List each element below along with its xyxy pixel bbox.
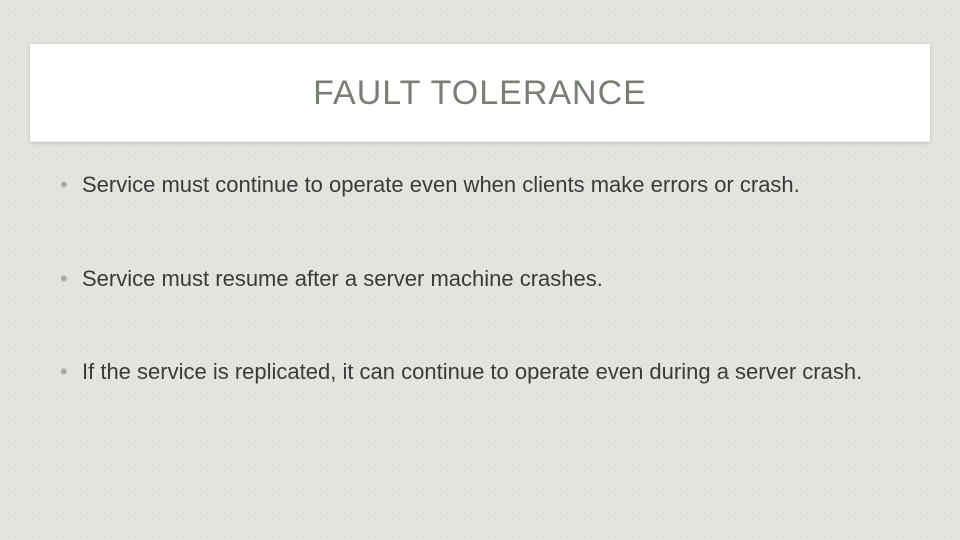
slide-content: Service must continue to operate even wh… xyxy=(56,170,904,451)
bullet-list: Service must continue to operate even wh… xyxy=(56,170,904,387)
list-item: Service must continue to operate even wh… xyxy=(56,170,904,200)
slide: FAULT TOLERANCE Service must continue to… xyxy=(0,0,960,540)
title-band: FAULT TOLERANCE xyxy=(30,44,930,142)
slide-title: FAULT TOLERANCE xyxy=(313,74,647,113)
list-item: Service must resume after a server machi… xyxy=(56,264,904,294)
list-item: If the service is replicated, it can con… xyxy=(56,357,904,387)
